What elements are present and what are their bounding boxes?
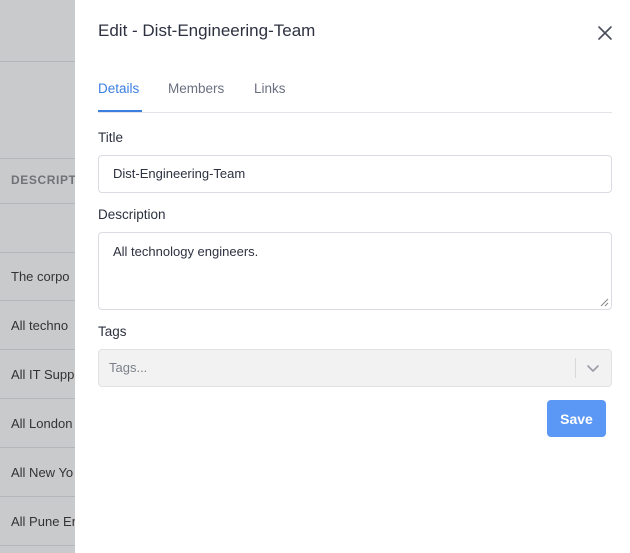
divider [0, 349, 75, 350]
tab-bar: Details Members Links [98, 80, 612, 113]
divider [0, 252, 75, 253]
table-row: All IT Supp [11, 367, 75, 382]
save-button[interactable]: Save [547, 400, 606, 437]
close-icon[interactable] [596, 24, 614, 42]
description-label: Description [98, 207, 166, 222]
divider [0, 300, 75, 301]
tags-separator [575, 358, 576, 378]
tab-members[interactable]: Members [168, 81, 224, 96]
tags-select[interactable]: Tags... [98, 349, 612, 387]
divider [0, 545, 75, 546]
title-input-value: Dist-Engineering-Team [113, 166, 246, 181]
table-row: All techno [11, 318, 69, 333]
tab-details[interactable]: Details [98, 81, 139, 96]
table-row: All New Yo [11, 465, 74, 480]
divider [0, 61, 75, 62]
title-input[interactable]: Dist-Engineering-Team [98, 155, 612, 193]
chevron-down-icon[interactable] [585, 360, 601, 376]
background-page: DESCRIPT The corpo All techno All IT Sup… [0, 0, 75, 553]
title-label: Title [98, 130, 124, 145]
divider [0, 158, 75, 159]
active-tab-indicator [98, 110, 142, 112]
tab-links[interactable]: Links [254, 81, 286, 96]
description-textarea[interactable]: All technology engineers. [98, 232, 612, 310]
table-row: All Pune En [11, 514, 75, 529]
divider [0, 398, 75, 399]
divider [0, 496, 75, 497]
table-row: All London [11, 416, 73, 431]
table-row: The corpo [11, 269, 70, 284]
close-button[interactable] [596, 24, 614, 42]
tags-placeholder: Tags... [109, 360, 148, 375]
resize-grip-icon[interactable] [600, 298, 609, 307]
divider [0, 203, 75, 204]
divider [0, 447, 75, 448]
drawer-title: Edit - Dist-Engineering-Team [98, 21, 316, 40]
description-textarea-value: All technology engineers. [113, 244, 259, 259]
tags-label: Tags [98, 324, 127, 339]
column-header-description: DESCRIPT [11, 173, 75, 187]
edit-drawer: Edit - Dist-Engineering-Team Details Mem… [75, 0, 630, 553]
